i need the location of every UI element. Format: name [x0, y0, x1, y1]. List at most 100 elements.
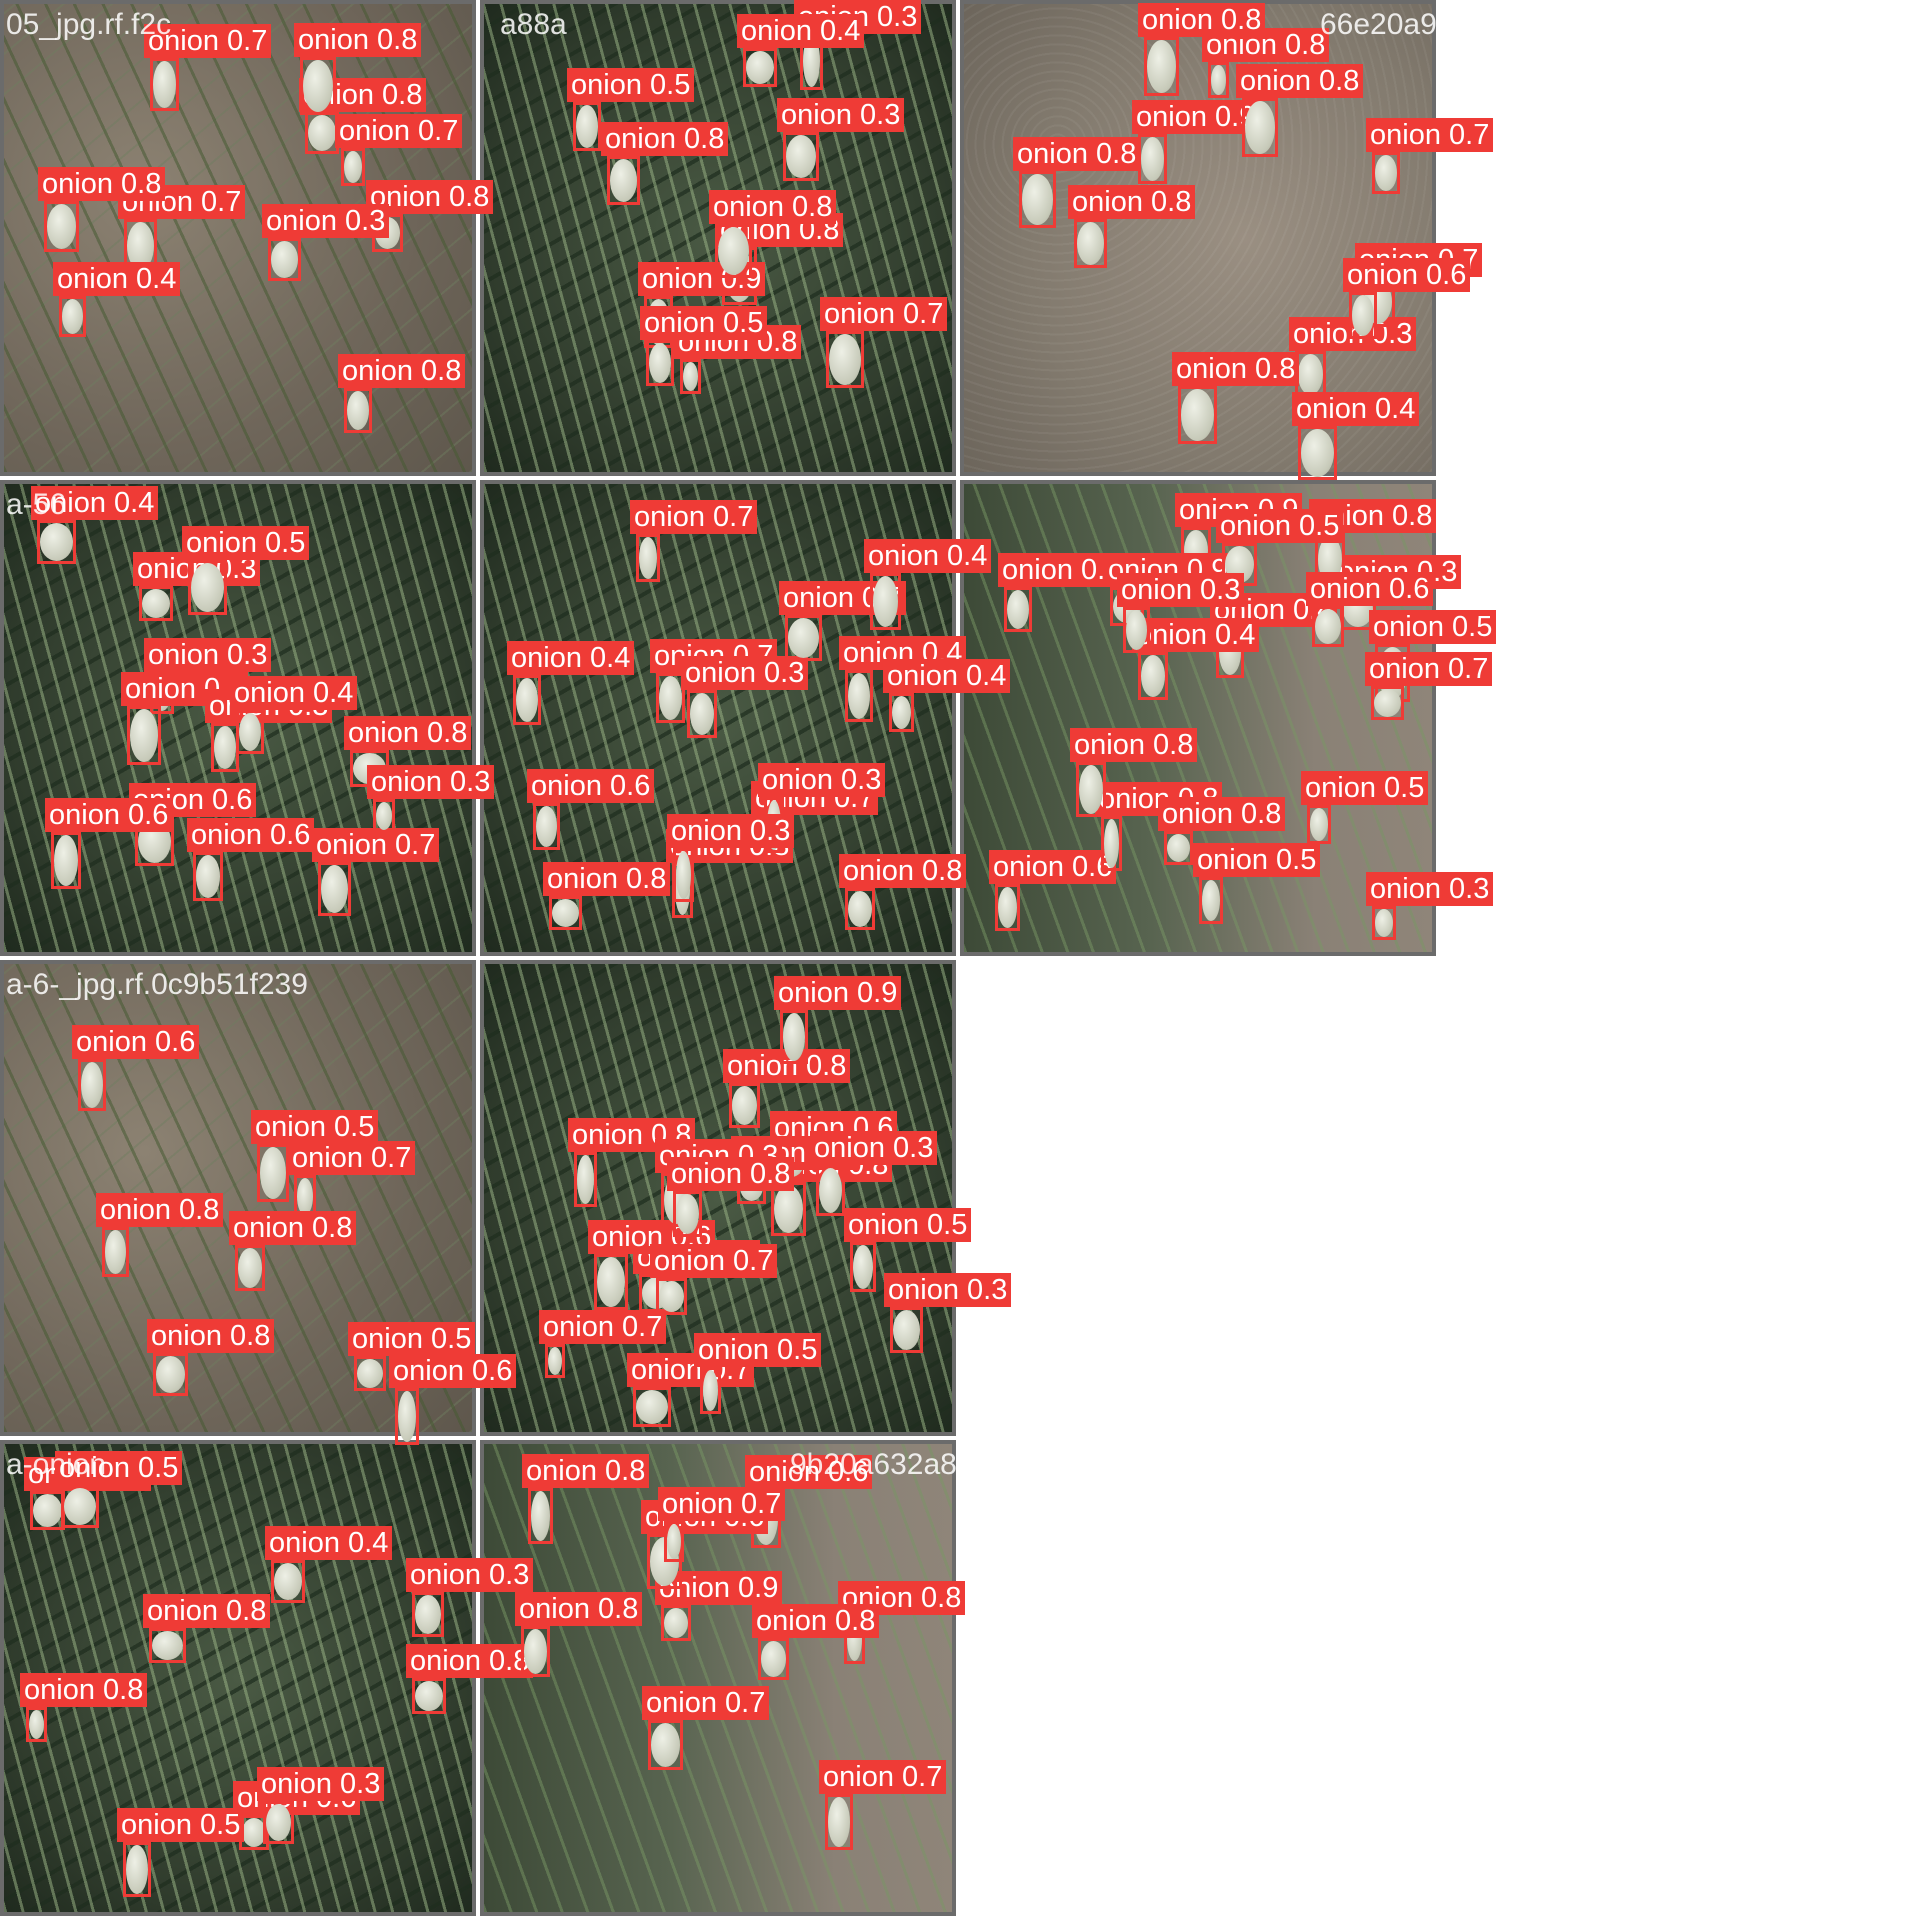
detection-box: [1074, 219, 1107, 268]
detection-label: onion 0.7: [539, 1310, 667, 1344]
detection-label: onion 0.5: [55, 1451, 183, 1485]
detection-label: onion 0.5: [182, 526, 310, 560]
detection-label: onion 0.6: [187, 818, 315, 852]
detection-box: [1138, 134, 1167, 184]
detection-box: [1371, 686, 1404, 720]
detection-label: onion 0.3: [884, 1273, 1012, 1307]
detection-box: [59, 296, 86, 337]
detection-box: [1004, 587, 1032, 632]
detection-box: [633, 1387, 671, 1427]
detection-label: onion 0.5: [567, 68, 695, 102]
detection-box: [573, 102, 601, 151]
detection-box: [300, 57, 336, 115]
detection-box: [700, 1367, 721, 1414]
detection-box: [236, 710, 264, 754]
detection-label: onion 0.4: [864, 539, 992, 573]
detection-label: onion 0.7: [642, 1686, 770, 1720]
detection-box: [78, 1059, 106, 1111]
detection-label: onion 0.8: [709, 190, 837, 224]
detection-label: onion 0.8: [839, 854, 967, 888]
detection-box: [664, 1521, 684, 1562]
detection-box: [646, 340, 674, 386]
detection-label: onion 0.4: [1292, 392, 1420, 426]
detection-box: [1298, 426, 1337, 480]
detection-box: [412, 1678, 446, 1714]
detection-label: onion 0.3: [406, 1558, 534, 1592]
detection-box: [1019, 171, 1056, 228]
detection-label: onion 0.5: [1369, 610, 1497, 644]
detection-box: [636, 534, 660, 582]
detection-label: onion 0.8: [522, 1454, 650, 1488]
detection-label: onion 0.6: [989, 850, 1117, 884]
detection-label: onion 0.8: [294, 23, 422, 57]
detection-box: [673, 1191, 702, 1237]
detection-box: [193, 852, 223, 901]
detection-box: [528, 1488, 553, 1544]
detection-box: [235, 1245, 265, 1291]
detection-label: onion 0.8: [143, 1594, 271, 1628]
detection-box: [780, 1010, 808, 1064]
detection-label: onion 0.7: [819, 1760, 947, 1794]
detection-box: [513, 675, 541, 725]
detection-box: [395, 1388, 419, 1445]
detection-box: [687, 690, 717, 738]
detection-box: [850, 1242, 876, 1292]
detection-box: [318, 862, 351, 916]
detection-box: [845, 888, 875, 930]
detection-box: [825, 1794, 853, 1850]
detection-box: [139, 586, 173, 621]
detection-label: onion 0.5: [117, 1808, 245, 1842]
detection-box: [1123, 607, 1150, 653]
detection-label: onion 0.8: [1070, 728, 1198, 762]
detection-box: [373, 799, 395, 833]
detection-box: [150, 58, 179, 111]
detection-label: onion 0.3: [667, 814, 795, 848]
detection-label: onion 0.4: [31, 486, 159, 520]
detection-box: [890, 1307, 923, 1353]
detection-box: [1208, 62, 1229, 98]
tile-title: 3bdfb9297: [1570, 488, 1712, 521]
detection-box: [354, 1356, 386, 1391]
detection-label: onion 0.8: [1236, 64, 1364, 98]
detection-box: [102, 1227, 129, 1277]
detection-label: onion 0.6: [527, 769, 655, 803]
detection-label: onion 0.8: [344, 716, 472, 750]
detection-mosaic: 05_jpg.rf.f2c a88a 66e20a99d9a385d7f5f4 …: [0, 0, 1920, 1920]
detection-box: [607, 156, 640, 205]
detection-box: [412, 1592, 444, 1637]
detection-label: onion 0.3: [257, 1767, 385, 1801]
detection-box: [123, 1842, 151, 1897]
detection-box: [1307, 805, 1331, 844]
detection-box: [870, 573, 901, 630]
detection-label: onion 0.3: [144, 638, 272, 672]
detection-label: onion 0.8: [1138, 3, 1266, 37]
detection-box: [1101, 816, 1122, 871]
detection-label: onion 0.4: [507, 641, 635, 675]
detection-label: onion 0.8: [1158, 797, 1286, 831]
detection-box: [1242, 98, 1278, 157]
detection-box: [211, 723, 239, 772]
detection-label: onion 0.8: [147, 1319, 275, 1353]
detection-label: onion 0.3: [262, 204, 390, 238]
detection-box: [1076, 762, 1106, 817]
detection-box: [1312, 606, 1344, 647]
detection-label: onion 0.3: [681, 656, 809, 690]
detection-box: [995, 884, 1020, 931]
detection-label: onion 0.3: [1366, 872, 1494, 906]
detection-box: [257, 1144, 289, 1202]
detection-box: [271, 1560, 305, 1603]
detection-box: [816, 1165, 845, 1216]
detection-label: onion 0.5: [694, 1333, 822, 1367]
detection-label: onion 0.4: [53, 262, 181, 296]
detection-label: onion 0.7: [288, 1141, 416, 1175]
detection-label: onion 0.5: [251, 1110, 379, 1144]
detection-label: onion 0.3: [1117, 573, 1245, 607]
detection-label: onion 0.6: [745, 1455, 873, 1489]
detection-box: [305, 112, 339, 154]
detection-box: [1144, 37, 1179, 96]
detection-label: onion 0.7: [312, 828, 440, 862]
detection-label: onion 0.6: [1343, 258, 1471, 292]
detection-box: [37, 520, 76, 564]
detection-box: [51, 832, 81, 889]
detection-label: onion 0.7: [658, 1487, 786, 1521]
